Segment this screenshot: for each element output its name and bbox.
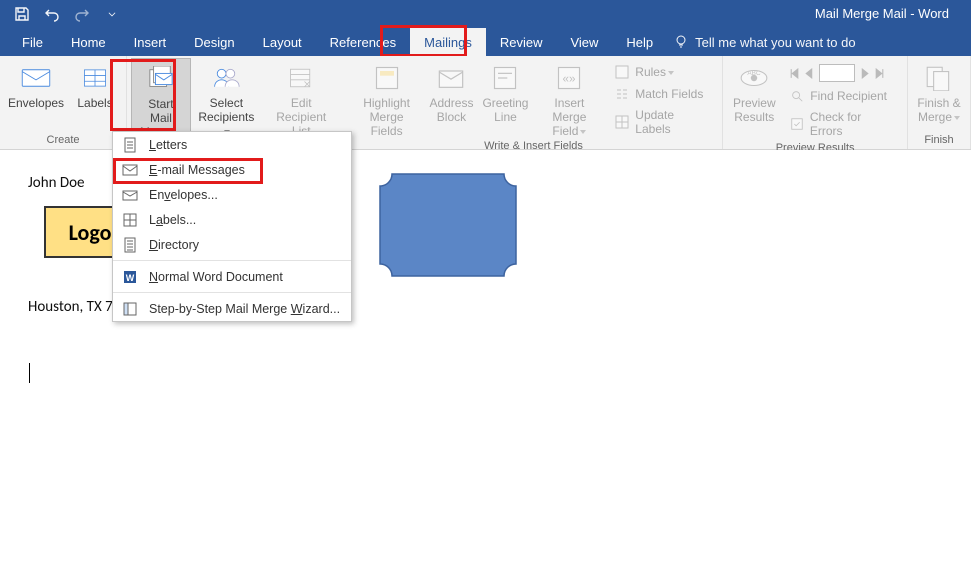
- title-bar: Mail Merge Mail - Word: [0, 0, 971, 28]
- group-write-insert: Highlight Merge Fields Address Block Gre…: [345, 56, 724, 149]
- menu-item-letters[interactable]: Letters: [113, 132, 351, 157]
- next-record-icon[interactable]: [859, 68, 870, 79]
- tell-me-search[interactable]: Tell me what you want to do: [673, 28, 855, 56]
- lightbulb-icon: [673, 34, 689, 50]
- recipients-icon: [210, 62, 242, 94]
- find-recipient-button[interactable]: Find Recipient: [785, 86, 899, 106]
- tab-design[interactable]: Design: [180, 28, 248, 56]
- update-labels-button[interactable]: Update Labels: [610, 106, 714, 138]
- greeting-line-button[interactable]: Greeting Line: [478, 58, 532, 124]
- menu-separator: [113, 260, 351, 261]
- menu-item-labels[interactable]: Labels...: [113, 207, 351, 232]
- finish-merge-button[interactable]: Finish & Merge: [912, 58, 966, 124]
- document-text: Houston, TX 7: [28, 298, 113, 316]
- tab-insert[interactable]: Insert: [120, 28, 181, 56]
- group-preview: ABC Preview Results Find Recipient C: [723, 56, 908, 149]
- update-labels-icon: [614, 114, 630, 130]
- envelopes-label: Envelopes: [8, 96, 64, 124]
- check-icon: [789, 116, 805, 132]
- address-icon: [435, 62, 467, 94]
- edit-recipient-list-button[interactable]: Edit Recipient List: [262, 58, 341, 138]
- labels-small-icon: [121, 211, 139, 229]
- undo-icon[interactable]: [42, 4, 62, 24]
- group-create-label: Create: [4, 132, 122, 149]
- group-create: Envelopes Labels Create: [0, 56, 127, 149]
- directory-icon: [121, 236, 139, 254]
- start-mail-merge-button[interactable]: Start Mail Merge: [131, 58, 191, 140]
- group-finish-label: Finish: [912, 132, 966, 149]
- menu-separator: [113, 292, 351, 293]
- last-record-icon[interactable]: [874, 68, 885, 79]
- menu-item-envelopes[interactable]: Envelopes...: [113, 182, 351, 207]
- rules-icon: [614, 64, 630, 80]
- first-record-icon[interactable]: [789, 68, 800, 79]
- search-icon: [789, 88, 805, 104]
- wizard-icon: [121, 300, 139, 318]
- redo-icon[interactable]: [72, 4, 92, 24]
- envelope-small-icon: [121, 186, 139, 204]
- text-cursor: [29, 363, 30, 383]
- tab-mailings[interactable]: Mailings: [410, 28, 486, 56]
- tab-review[interactable]: Review: [486, 28, 557, 56]
- highlight-merge-fields-button[interactable]: Highlight Merge Fields: [349, 58, 425, 138]
- record-navigation[interactable]: [785, 62, 899, 84]
- edit-list-icon: [285, 62, 317, 94]
- tab-file[interactable]: File: [8, 28, 57, 56]
- document-shape[interactable]: [378, 172, 518, 278]
- labels-label: Labels: [77, 96, 112, 124]
- greeting-icon: [489, 62, 521, 94]
- window-title: Mail Merge Mail - Word: [815, 6, 949, 21]
- envelopes-button[interactable]: Envelopes: [4, 58, 68, 124]
- tab-view[interactable]: View: [556, 28, 612, 56]
- menu-item-wizard[interactable]: Step-by-Step Mail Merge Wizard...: [113, 296, 351, 321]
- match-fields-icon: [614, 86, 630, 102]
- preview-icon: ABC: [738, 62, 770, 94]
- prev-record-icon[interactable]: [804, 68, 815, 79]
- select-recipients-button[interactable]: Select Recipients: [191, 58, 262, 138]
- tab-home[interactable]: Home: [57, 28, 120, 56]
- menu-item-email[interactable]: E-mail Messages: [113, 157, 351, 182]
- start-mail-merge-menu: Letters E-mail Messages Envelopes... Lab…: [112, 131, 352, 322]
- labels-button[interactable]: Labels: [68, 58, 122, 124]
- svg-text:ABC: ABC: [748, 70, 762, 77]
- mail-merge-icon: [145, 63, 177, 95]
- tab-references[interactable]: References: [316, 28, 410, 56]
- match-fields-button[interactable]: Match Fields: [610, 84, 714, 104]
- email-icon: [121, 161, 139, 179]
- qat-customize-icon[interactable]: [102, 4, 122, 24]
- svg-text:W: W: [126, 273, 135, 283]
- tab-layout[interactable]: Layout: [249, 28, 316, 56]
- ribbon-tabs: File Home Insert Design Layout Reference…: [0, 28, 971, 56]
- group-finish: Finish & Merge Finish: [908, 56, 971, 149]
- word-doc-icon: W: [121, 268, 139, 286]
- merge-field-icon: «»: [553, 62, 585, 94]
- menu-item-directory[interactable]: Directory: [113, 232, 351, 257]
- save-icon[interactable]: [12, 4, 32, 24]
- quick-access-toolbar: [0, 4, 122, 24]
- svg-text:«»: «»: [563, 73, 576, 86]
- insert-merge-field-button[interactable]: «» Insert Merge Field: [532, 58, 606, 138]
- letter-icon: [121, 136, 139, 154]
- menu-item-normal-document[interactable]: W Normal Word Document: [113, 264, 351, 289]
- document-text: John Doe: [28, 174, 84, 192]
- preview-results-button[interactable]: ABC Preview Results: [727, 58, 781, 124]
- tell-me-label: Tell me what you want to do: [695, 35, 855, 50]
- tab-help[interactable]: Help: [612, 28, 667, 56]
- labels-icon: [79, 62, 111, 94]
- record-number-field[interactable]: [819, 64, 855, 82]
- check-errors-button[interactable]: Check for Errors: [785, 108, 899, 140]
- rules-button[interactable]: Rules: [610, 62, 714, 82]
- envelope-icon: [20, 62, 52, 94]
- finish-icon: [923, 62, 955, 94]
- highlight-icon: [371, 62, 403, 94]
- address-block-button[interactable]: Address Block: [424, 58, 478, 124]
